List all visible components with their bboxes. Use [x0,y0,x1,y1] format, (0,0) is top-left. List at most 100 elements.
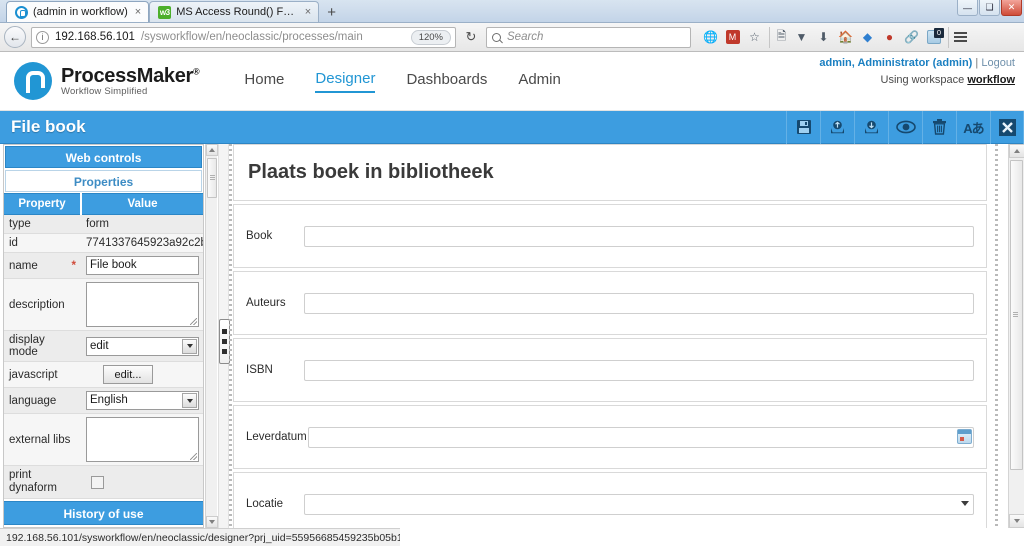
save-button[interactable] [786,110,820,144]
page-title: File book [11,117,86,136]
nav-item-dashboards[interactable]: Dashboards [406,71,487,92]
tab-web-controls[interactable]: Web controls [5,146,202,168]
site-info-icon[interactable]: i [36,30,49,44]
scroll-up-icon[interactable] [206,144,218,156]
nav-item-admin[interactable]: Admin [518,71,561,92]
table-row: javascript edit... [4,361,203,388]
browser-toolbar-icons: 🌐 M ☆ 🗎 ▼ ⬇ 🏠 ◆ ● 🔗 0 [700,26,969,48]
isbn-input[interactable] [304,359,974,381]
auteurs-input[interactable] [304,292,974,314]
pocket-icon[interactable]: ▼ [791,27,812,48]
workspace-name[interactable]: workflow [967,74,1015,86]
browser-tab-0[interactable]: (admin in workflow) × [6,1,150,22]
home-icon[interactable]: 🏠 [835,27,856,48]
panel-splitter[interactable] [218,144,230,528]
browser-tab-1[interactable]: w3 MS Access Round() Function × [149,1,320,22]
form-field-isbn[interactable]: ISBN [233,338,987,402]
address-bar[interactable]: i 192.168.56.101 /sysworkflow/en/neoclas… [31,26,456,48]
scrollbar-thumb[interactable] [207,158,217,198]
table-row: type form [4,214,203,234]
form-field-auteurs[interactable]: Auteurs [233,271,987,335]
leverdatum-input[interactable] [308,426,974,448]
properties-panel: Web controls Properties Property Value t… [3,144,204,528]
table-row: display mode edit [4,330,203,362]
field-label-leverdatum: Leverdatum [246,431,307,443]
display-mode-value: edit [90,339,109,352]
logout-link[interactable]: Logout [981,57,1015,69]
name-input[interactable]: File book [86,256,199,275]
scroll-down-icon[interactable] [1009,514,1024,528]
external-libs-textarea[interactable] [86,417,199,462]
print-dynaform-checkbox[interactable] [91,475,104,489]
locatie-dropdown[interactable] [304,493,974,515]
notifications-icon[interactable]: 0 [923,27,944,48]
scroll-down-icon[interactable] [206,516,218,528]
reader-view-icon[interactable]: 🗎 [769,26,790,48]
minimize-button[interactable]: — [957,0,978,16]
export-button[interactable] [854,110,888,144]
back-button[interactable]: ← [4,26,26,48]
user-separator: | [975,57,979,69]
new-tab-button[interactable]: + [319,5,344,22]
calendar-icon[interactable] [957,428,972,444]
prop-key-name: name * [4,252,81,279]
table-row: external libs [4,413,203,466]
scrollbar-thumb[interactable] [1010,160,1023,470]
link-icon[interactable]: 🔗 [901,27,922,48]
import-button[interactable] [820,110,854,144]
form-title: Plaats boek in bibliotheek [248,161,494,183]
dynaform-canvas: Plaats boek in bibliotheek Book Auteurs … [233,144,987,528]
user-name: admin, Administrator (admin) [819,57,973,69]
globe-icon[interactable]: 🌐 [700,27,721,48]
processmaker-logo[interactable]: ProcessMaker® Workflow Simplified [14,62,200,100]
language-select[interactable]: English [86,391,199,410]
col-header-property: Property [4,193,82,215]
sync-diamond-icon[interactable]: ◆ [857,27,878,48]
left-panel-scrollbar[interactable] [205,144,218,528]
form-field-book[interactable]: Book [233,204,987,268]
description-textarea[interactable] [86,282,199,327]
main-nav: Home Designer Dashboards Admin [244,70,561,93]
chevron-down-icon [961,500,969,506]
close-dynaform-button[interactable] [990,110,1024,144]
browser-navbar: ← i 192.168.56.101 /sysworkflow/en/neocl… [0,23,1024,52]
browser-window: (admin in workflow) × w3 MS Access Round… [0,0,1024,546]
prop-key-description: description [4,278,81,331]
language-value: English [90,394,128,406]
close-window-button[interactable]: ✕ [1001,0,1022,16]
javascript-edit-button[interactable]: edit... [103,365,153,384]
zoom-level-indicator[interactable]: 120% [410,29,451,45]
extension-icon[interactable]: M [722,27,743,48]
tab-title: MS Access Round() Function [176,6,298,18]
delete-button[interactable] [922,110,956,144]
tab-close-icon[interactable]: × [135,6,141,18]
reload-icon[interactable]: ↻ [461,29,481,45]
field-label-book: Book [246,230,273,242]
bookmark-star-icon[interactable]: ☆ [744,27,765,48]
brand-tagline: Workflow Simplified [61,85,148,97]
canvas-scrollbar[interactable] [1008,144,1024,528]
tab-close-icon[interactable]: × [305,6,311,18]
nav-item-home[interactable]: Home [244,71,284,92]
preview-button[interactable] [888,110,922,144]
form-title-box[interactable]: Plaats boek in bibliotheek [233,144,987,201]
status-url: 192.168.56.101/sysworkflow/en/neoclassic… [6,531,400,544]
browser-tabstrip: (admin in workflow) × w3 MS Access Round… [0,0,1024,23]
form-field-locatie[interactable]: Locatie [233,472,987,528]
browser-search-input[interactable]: Search [486,26,691,48]
nav-item-designer[interactable]: Designer [315,70,376,93]
display-mode-select[interactable]: edit [86,336,199,356]
form-field-leverdatum[interactable]: Leverdatum [233,405,987,469]
tab-properties[interactable]: Properties [5,170,202,192]
maximize-button[interactable]: ❑ [979,0,1000,16]
book-input[interactable] [304,225,974,247]
notification-badge: 0 [934,27,944,38]
history-of-use-button[interactable]: History of use [4,501,203,525]
app-header: ProcessMaker® Workflow Simplified Home D… [0,52,1024,111]
processmaker-logo-icon [14,62,52,100]
download-icon[interactable]: ⬇ [813,27,834,48]
shield-icon[interactable]: ● [879,27,900,48]
scroll-up-icon[interactable] [1009,144,1024,158]
language-button[interactable]: Aあ [956,110,990,144]
menu-icon[interactable] [948,26,969,48]
